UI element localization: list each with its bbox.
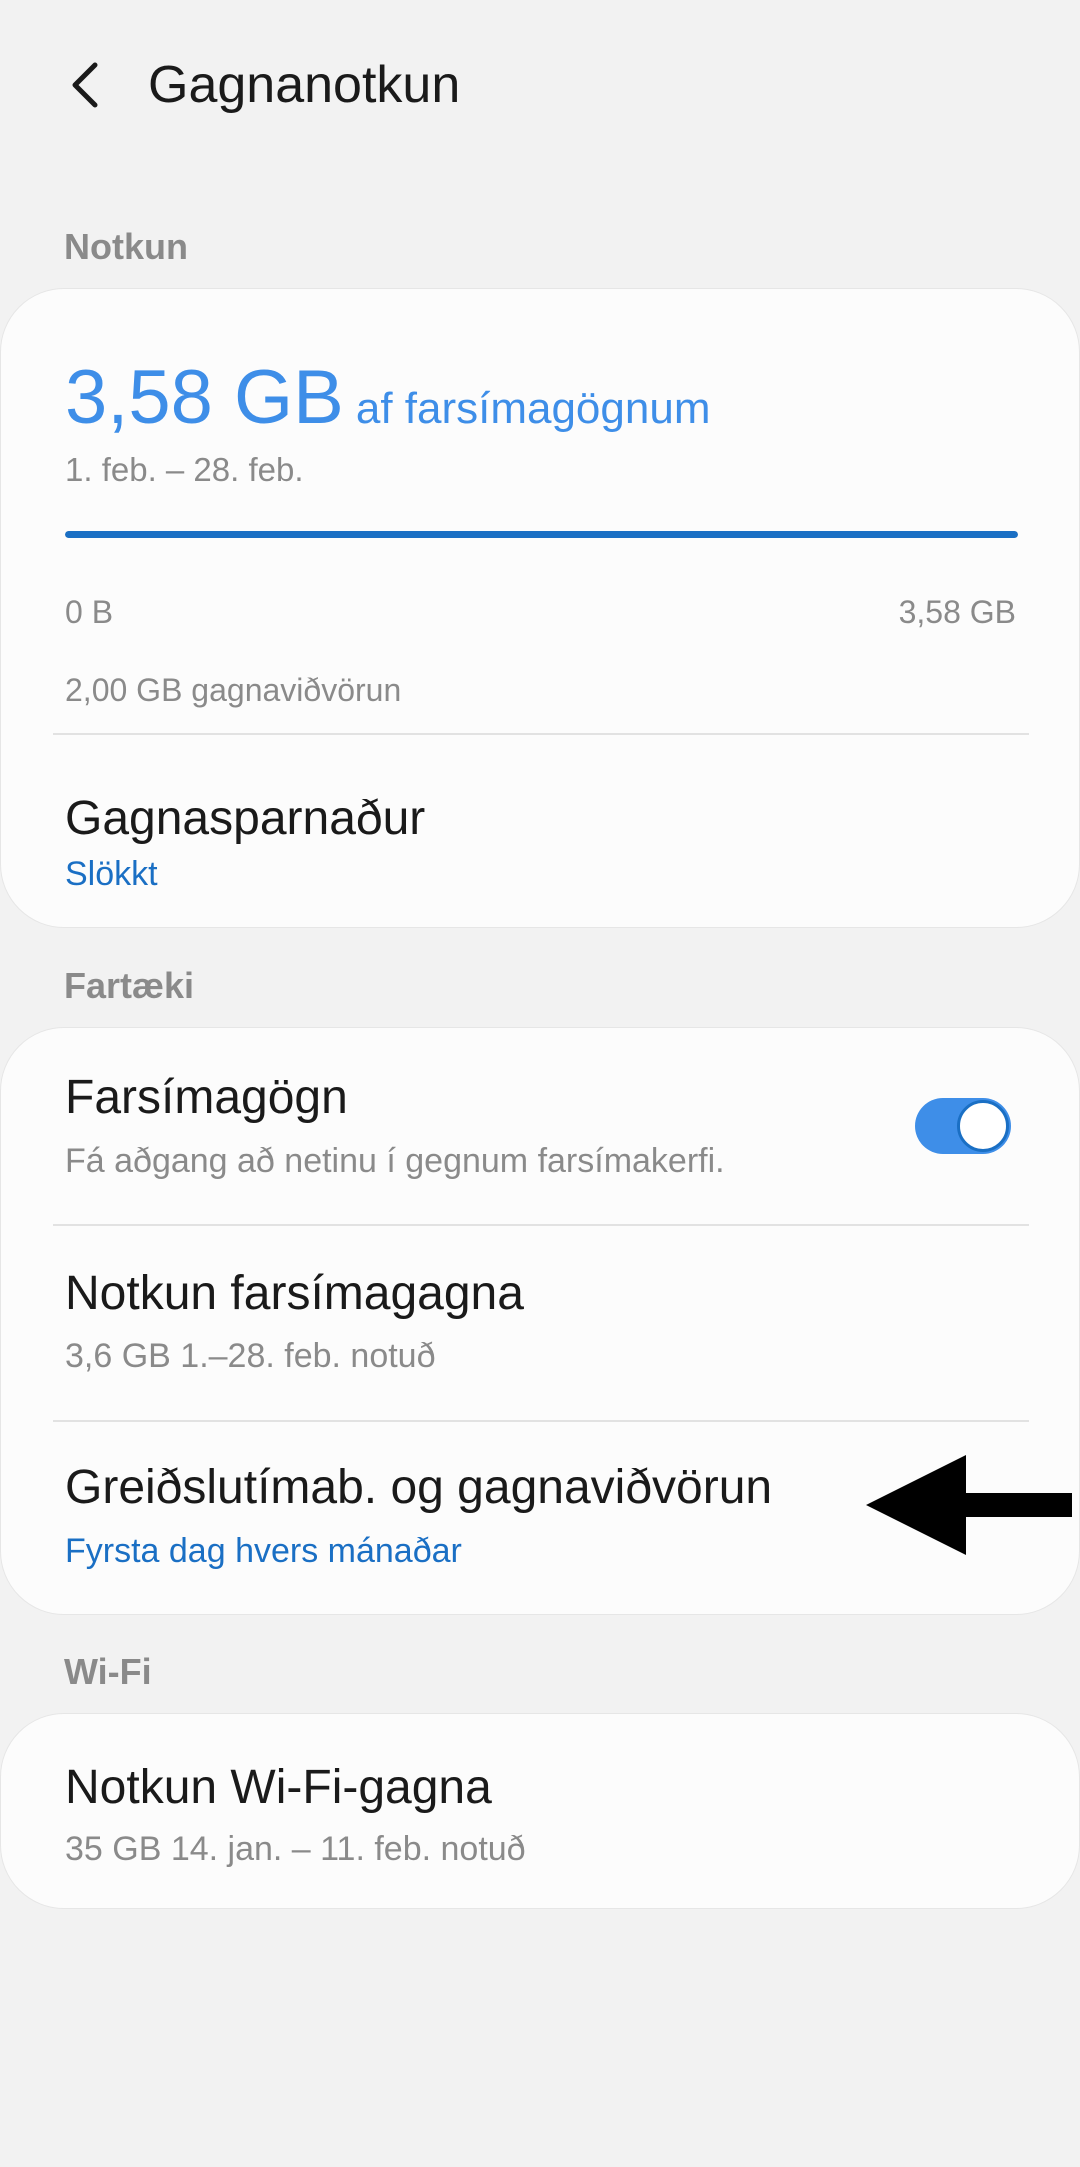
section-header-wifi: Wi-Fi (64, 1651, 152, 1692)
data-warning-label: 2,00 GB gagnaviðvörun (65, 672, 402, 708)
data-saver-status: Slökkt (65, 855, 158, 893)
usage-progress-bar (65, 531, 1018, 538)
app-header: Gagnanotkun (0, 0, 1080, 170)
wifi-data-usage-item[interactable]: Notkun Wi-Fi-gagna 35 GB 14. jan. – 11. … (1, 1714, 1080, 1908)
back-button[interactable] (55, 55, 115, 115)
wifi-card: Notkun Wi-Fi-gagna 35 GB 14. jan. – 11. … (0, 1713, 1080, 1909)
billing-cycle-title: Greiðslutímab. og gagnaviðvörun (65, 1461, 773, 1514)
wifi-data-usage-subtitle: 35 GB 14. jan. – 11. feb. notuð (65, 1830, 526, 1868)
mobile-data-usage-title: Notkun farsímagagna (65, 1267, 524, 1320)
mobile-data-subtitle: Fá aðgang að netinu í gegnum farsímakerf… (65, 1142, 725, 1180)
usage-amount: 3,58 GB (65, 355, 344, 440)
toggle-knob (957, 1100, 1009, 1152)
usage-summary: 3,58 GB af farsímagögnum (65, 354, 710, 441)
data-saver-title: Gagnasparnaður (65, 792, 426, 845)
wifi-data-usage-title: Notkun Wi-Fi-gagna (65, 1761, 492, 1814)
data-saver-item[interactable]: Gagnasparnaður Slökkt (1, 735, 1080, 927)
mobile-data-usage-item[interactable]: Notkun farsímagagna 3,6 GB 1.–28. feb. n… (1, 1226, 1080, 1420)
usage-range-max: 3,58 GB (898, 594, 1016, 630)
mobile-data-title: Farsímagögn (65, 1071, 348, 1124)
usage-amount-suffix: af farsímagögnum (355, 384, 711, 433)
mobile-data-usage-subtitle: 3,6 GB 1.–28. feb. notuð (65, 1337, 436, 1375)
usage-period: 1. feb. – 28. feb. (65, 451, 304, 488)
usage-card: 3,58 GB af farsímagögnum 1. feb. – 28. fe… (0, 288, 1080, 928)
page-title: Gagnanotkun (148, 56, 461, 114)
section-header-device: Fartæki (64, 965, 195, 1006)
mobile-data-toggle[interactable] (915, 1098, 1011, 1154)
usage-range-min: 0 B (65, 594, 114, 630)
section-header-usage: Notkun (64, 226, 188, 267)
usage-progress-fill (65, 531, 1018, 538)
mobile-data-item[interactable]: Farsímagögn Fá aðgang að netinu í gegnum… (1, 1028, 1080, 1224)
chevron-left-icon (72, 62, 98, 108)
billing-cycle-subtitle: Fyrsta dag hvers mánaðar (65, 1532, 462, 1570)
arrow-left-icon (866, 1455, 1072, 1555)
